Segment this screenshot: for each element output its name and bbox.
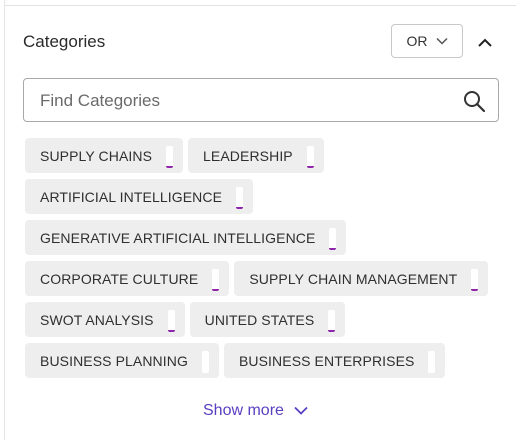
category-chip-count — [329, 227, 337, 250]
category-chip[interactable]: UNITED STATES — [189, 302, 346, 337]
category-chip-label: SWOT ANALYSIS — [40, 311, 154, 328]
chevron-down-icon — [435, 37, 448, 45]
category-chip-count — [167, 309, 175, 332]
category-search-input[interactable] — [38, 79, 452, 123]
category-search — [23, 78, 499, 123]
category-chip[interactable]: SWOT ANALYSIS — [25, 302, 185, 337]
category-chip-label: SUPPLY CHAINS — [40, 147, 153, 164]
category-chip-count — [201, 350, 209, 373]
category-chip-label: SUPPLY CHAIN MANAGEMENT — [249, 270, 458, 287]
operator-dropdown[interactable]: OR — [391, 24, 463, 58]
category-chip-label: BUSINESS PLANNING — [40, 352, 188, 369]
category-chip-count — [212, 268, 220, 291]
category-chip-count — [236, 186, 244, 209]
filter-header: Categories OR — [23, 24, 499, 60]
category-chip-list: SUPPLY CHAINS LEADERSHIP ARTIFICIAL INTELL… — [25, 138, 505, 378]
category-chip-count — [328, 309, 336, 332]
category-chip[interactable]: SUPPLY CHAINS — [25, 138, 184, 173]
show-more-label: Show more — [203, 402, 284, 419]
filter-title: Categories — [23, 32, 106, 51]
category-chip[interactable]: CORPORATE CULTURE — [25, 261, 230, 296]
category-chip-label: BUSINESS ENTERPRISES — [238, 352, 415, 369]
chevron-down-icon — [294, 402, 308, 420]
divider — [5, 5, 516, 6]
category-chip[interactable]: LEADERSHIP — [188, 138, 324, 173]
show-more-button[interactable]: Show more — [203, 400, 308, 422]
category-chip-label: CORPORATE CULTURE — [40, 270, 199, 287]
category-chip[interactable]: ARTIFICIAL INTELLIGENCE — [25, 179, 254, 214]
search-icon[interactable] — [462, 89, 486, 113]
operator-label: OR — [406, 33, 428, 49]
category-chip-count — [428, 350, 436, 373]
category-chip-count — [471, 268, 479, 291]
category-chip-label: GENERATIVE ARTIFICIAL INTELLIGENCE — [40, 229, 316, 246]
categories-filter-panel: Categories OR SUPPLY CHAINS LEADERSHIP ART… — [4, 0, 516, 440]
category-chip[interactable]: BUSINESS PLANNING — [25, 343, 219, 378]
category-chip-count — [306, 145, 314, 168]
chevron-up-icon[interactable] — [475, 32, 495, 52]
category-chip-label: LEADERSHIP — [203, 147, 293, 164]
category-chip-label: UNITED STATES — [204, 311, 315, 328]
category-chip[interactable]: GENERATIVE ARTIFICIAL INTELLIGENCE — [25, 220, 347, 255]
category-chip[interactable]: BUSINESS ENTERPRISES — [223, 343, 446, 378]
category-chip-label: ARTIFICIAL INTELLIGENCE — [40, 188, 223, 205]
category-chip-count — [166, 145, 174, 168]
category-chip[interactable]: SUPPLY CHAIN MANAGEMENT — [234, 261, 489, 296]
